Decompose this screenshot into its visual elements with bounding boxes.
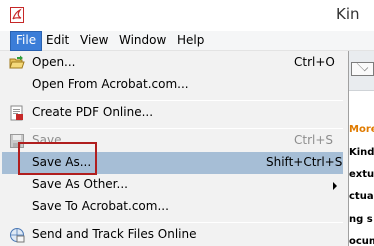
doc-line: ctua [349,191,374,202]
shortcut-text: Ctrl+S [294,133,334,147]
doc-line: ocum [349,236,374,246]
menu-item-label: Create PDF Online... [32,105,154,119]
menu-item-label: Save As Other... [32,177,128,191]
menu-item-label: Save To Acrobat.com... [32,199,169,213]
shortcut-text: Shift+Ctrl+S [266,155,343,169]
menu-help[interactable]: Help [177,31,204,51]
menu-view[interactable]: View [80,31,108,51]
open-folder-icon [9,55,25,69]
mail-icon[interactable] [351,62,374,76]
menu-item-save-as-other[interactable]: Save As Other... [2,174,343,196]
doc-line: Kindl [349,147,374,158]
submenu-arrow-icon [333,182,337,190]
send-track-icon [10,228,25,243]
shortcut-text: Ctrl+O [294,55,335,69]
menu-item-create-pdf-online[interactable]: Create PDF Online... [2,102,343,124]
acrobat-app-icon[interactable] [10,7,24,23]
menu-item-label: Open... [32,55,76,69]
menu-item-save-to-acrobat[interactable]: Save To Acrobat.com... [2,196,343,218]
menu-item-label: Send and Track Files Online [32,227,197,241]
title-bar: Kin [0,0,374,31]
doc-line: More [349,124,374,135]
menu-item-send-and-track[interactable]: Send and Track Files Online [2,224,343,246]
menu-window[interactable]: Window [119,31,166,51]
menu-item-open-from-acrobat[interactable]: Open From Acrobat.com... [2,74,343,96]
menu-separator [30,128,343,129]
window-title: Kin [336,5,360,23]
focus-highlight-box [18,142,97,175]
menu-edit[interactable]: Edit [46,31,69,51]
menu-separator [30,222,343,223]
menu-item-open[interactable]: Open... Ctrl+O [2,52,343,74]
doc-line: extua [349,169,374,180]
create-pdf-icon [10,105,23,121]
menu-file[interactable]: File [10,31,43,51]
menu-item-label: Open From Acrobat.com... [32,77,189,91]
menu-bar: File Edit View Window Help [0,31,374,51]
doc-line: ng s [349,214,373,225]
menu-separator [30,100,343,101]
